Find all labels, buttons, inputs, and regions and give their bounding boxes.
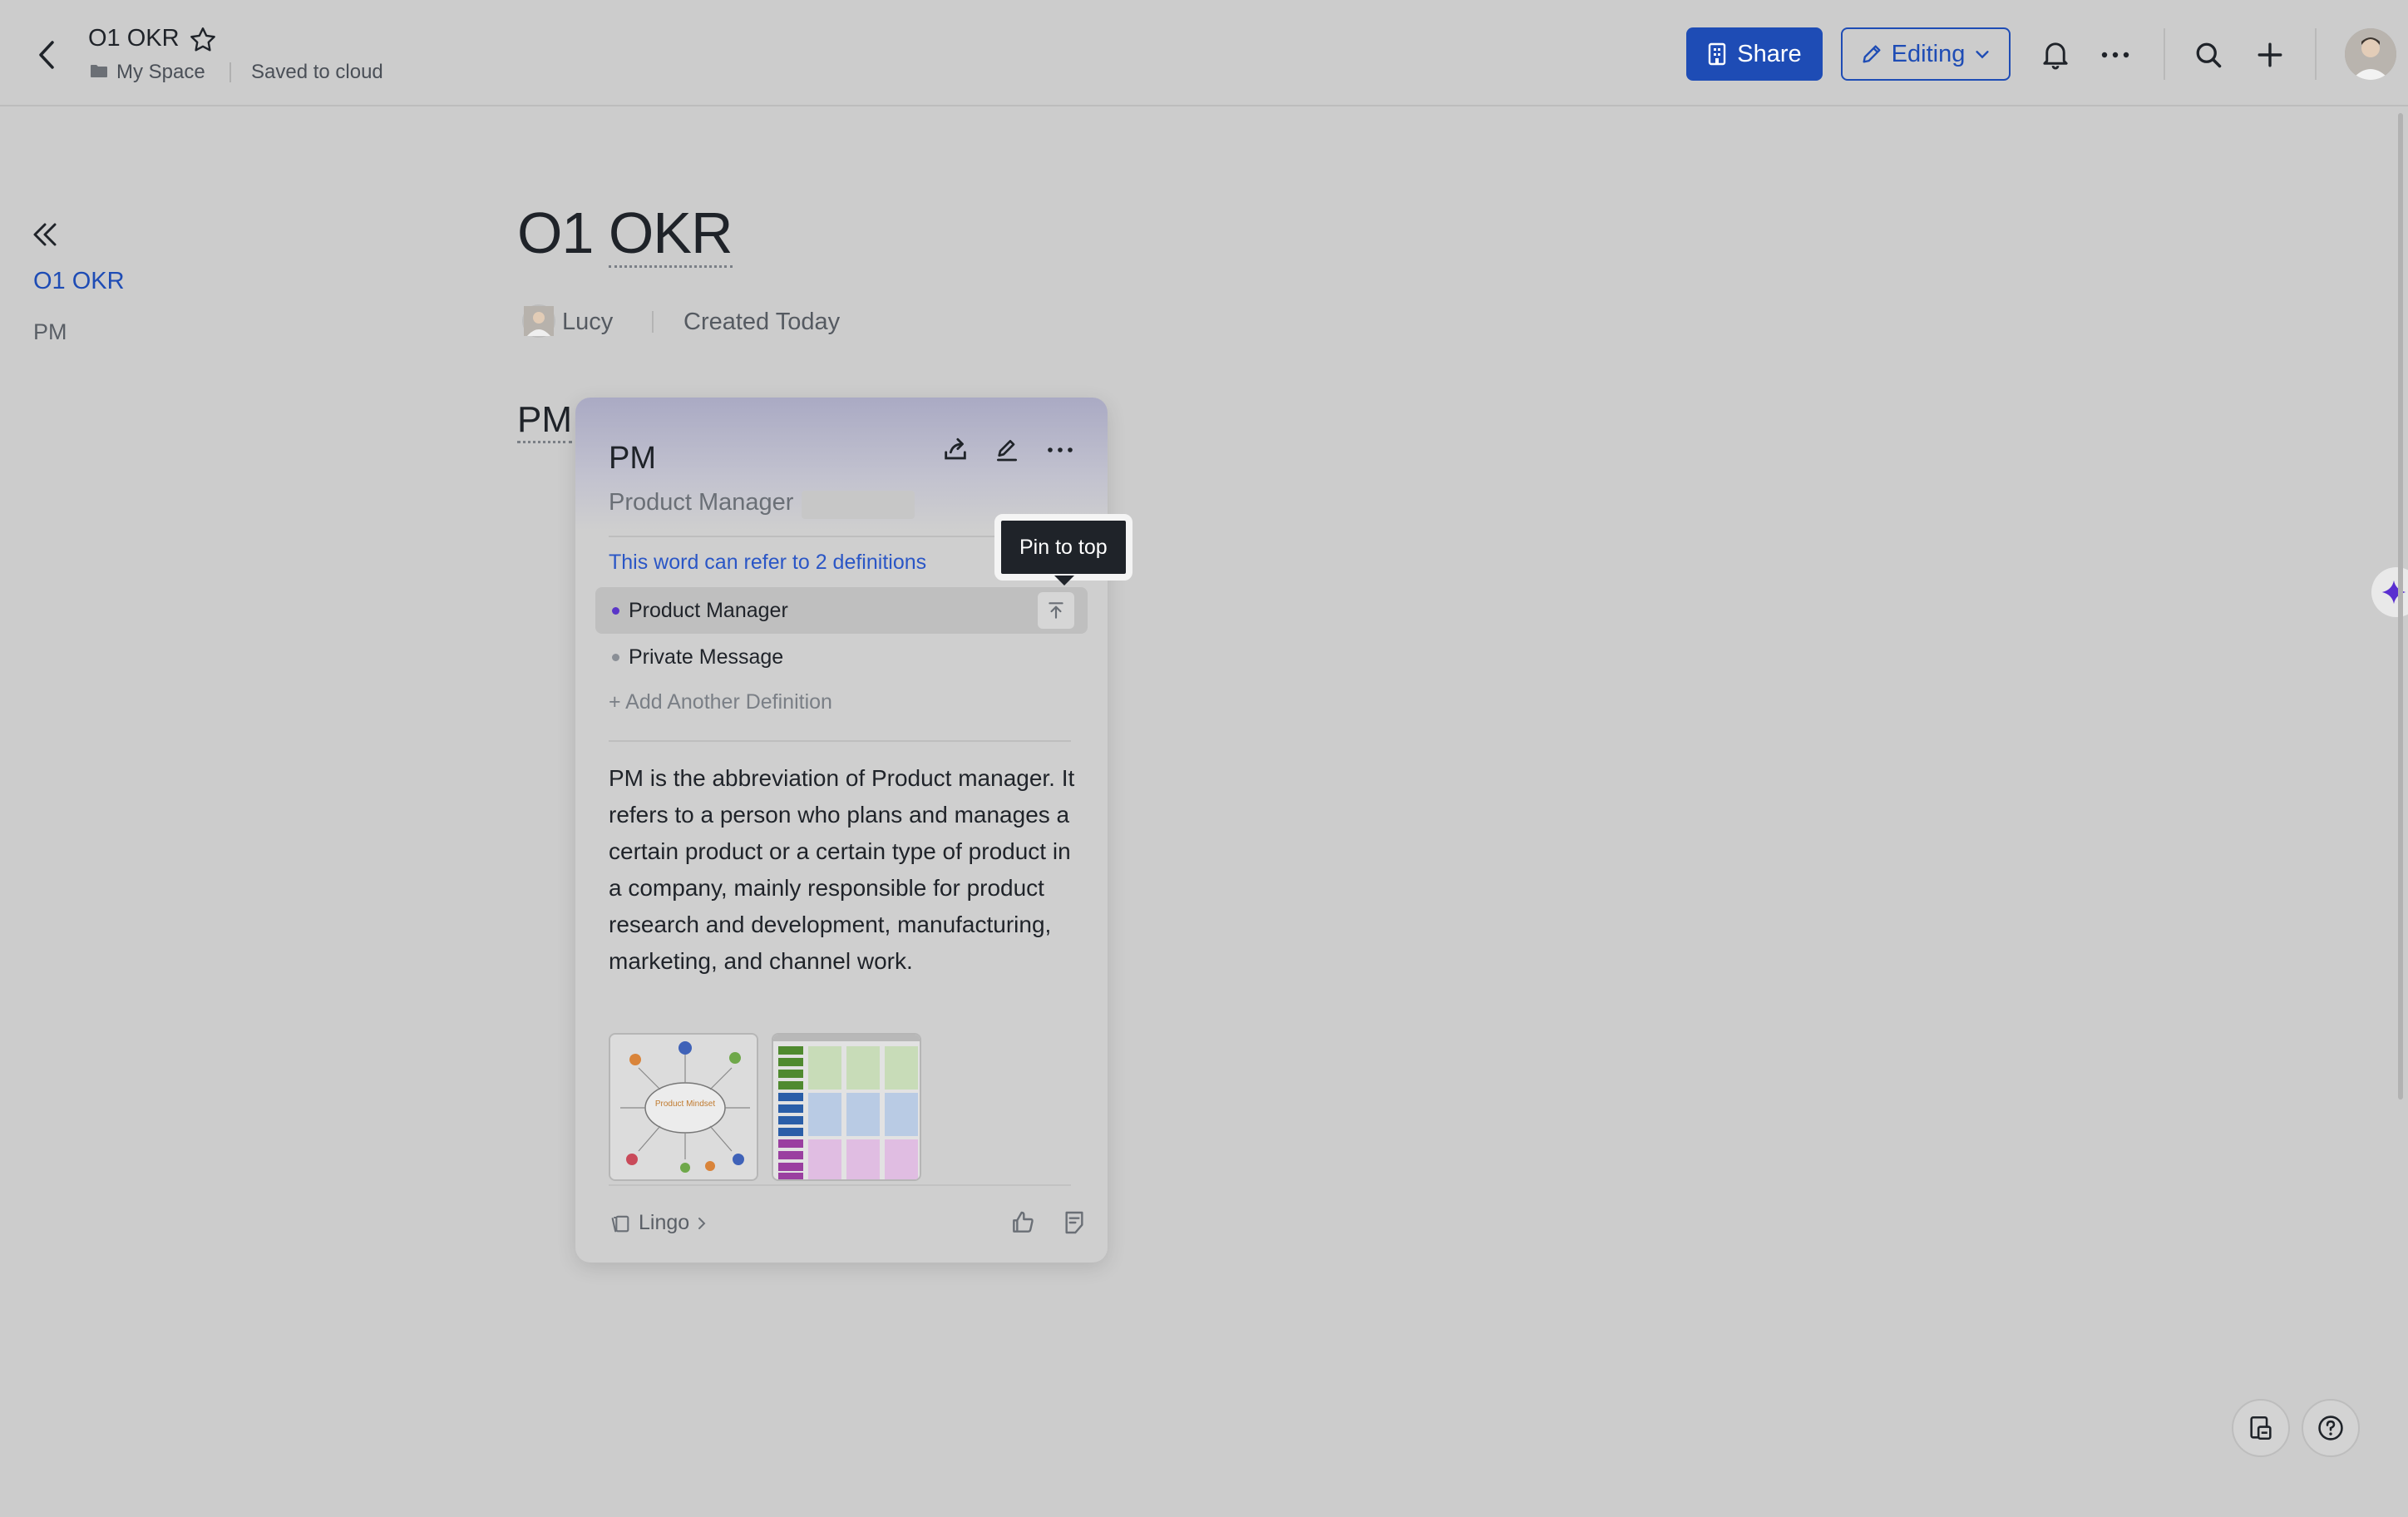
folder-icon [90,64,108,78]
definition-label[interactable]: Private Message [629,645,783,670]
created-date: Created Today [683,309,841,335]
lingo-icon [611,1215,629,1232]
edit-icon[interactable] [989,432,1024,467]
meta-divider [652,311,654,333]
definition-label[interactable]: Product Manager [629,599,788,623]
bullet-dot [612,654,619,661]
share-icon[interactable] [938,432,973,467]
breadcrumb-divider [229,62,231,82]
lingo-label: Lingo [639,1211,690,1234]
card-divider [609,1184,1071,1186]
title-prefix: O1 [517,200,594,265]
thumbs-up-icon[interactable] [1006,1206,1039,1239]
card-term: PM [609,441,656,476]
card-divider [609,740,1071,742]
title-lingo-term[interactable]: OKR [608,200,733,268]
header-separator [2164,28,2165,80]
add-definition-link[interactable]: + Add Another Definition [609,690,832,714]
heading-lingo-term[interactable]: PM [517,399,572,443]
chevron-right-icon [698,1217,706,1229]
outline-item-o1-okr[interactable]: O1 OKR [33,268,125,295]
pin-to-top-tooltip: Pin to top [994,514,1132,581]
definitions-note[interactable]: This word can refer to 2 definitions [609,551,926,575]
outline-item-pm[interactable]: PM [33,319,67,345]
more-icon[interactable] [1043,432,1078,467]
lingo-source-link[interactable]: Lingo [609,1211,708,1235]
avatar[interactable] [2345,28,2396,80]
lingo-document-page: O1 OKR My Space Saved to cloud Share Edi… [0,0,2408,1517]
thumbnail-caption: Product Mindset [655,1099,715,1109]
image-thumbnail-table[interactable] [772,1033,921,1181]
search-icon[interactable] [2190,37,2227,73]
doc-title: O1 OKR [88,25,180,52]
pin-to-top-icon[interactable] [1038,592,1074,629]
bullet-dot [612,607,619,615]
pencil-icon [1863,45,1881,63]
feedback-icon[interactable] [1058,1206,1091,1239]
author-name[interactable]: Lucy [562,309,613,336]
plus-icon[interactable] [2252,37,2288,73]
collapse-outline-icon[interactable] [28,218,62,251]
star-icon[interactable] [188,25,218,55]
redacted-block [802,491,915,519]
help-icon[interactable] [2302,1399,2360,1457]
header-separator [2315,28,2317,80]
editing-label: Editing [1891,40,1966,67]
save-status: Saved to cloud [251,61,383,83]
card-subtitle: Product Manager [609,489,794,516]
tooltip-arrow [1054,576,1074,586]
definition-description: PM is the abbreviation of Product manage… [609,765,1075,974]
author-avatar[interactable] [522,304,555,338]
image-thumbnail-product-mindset[interactable]: Product Mindset [609,1033,758,1181]
scrollbar[interactable] [2398,113,2403,1099]
more-icon[interactable] [2097,37,2134,73]
top-header: O1 OKR My Space Saved to cloud Share Edi… [0,0,2408,106]
breadcrumb-space[interactable]: My Space [116,61,205,84]
chevron-down-icon [1976,51,1989,59]
share-label: Share [1737,40,1802,67]
back-icon[interactable] [32,37,62,73]
document-outline-icon[interactable] [2232,1399,2290,1457]
share-button[interactable]: Share [1686,27,1823,81]
bell-icon[interactable] [2037,37,2074,73]
page-title: O1 OKR [517,200,733,268]
editing-mode-button[interactable]: Editing [1841,27,2011,81]
building-icon [1709,42,1726,66]
sparkle-icon [2381,580,2406,605]
